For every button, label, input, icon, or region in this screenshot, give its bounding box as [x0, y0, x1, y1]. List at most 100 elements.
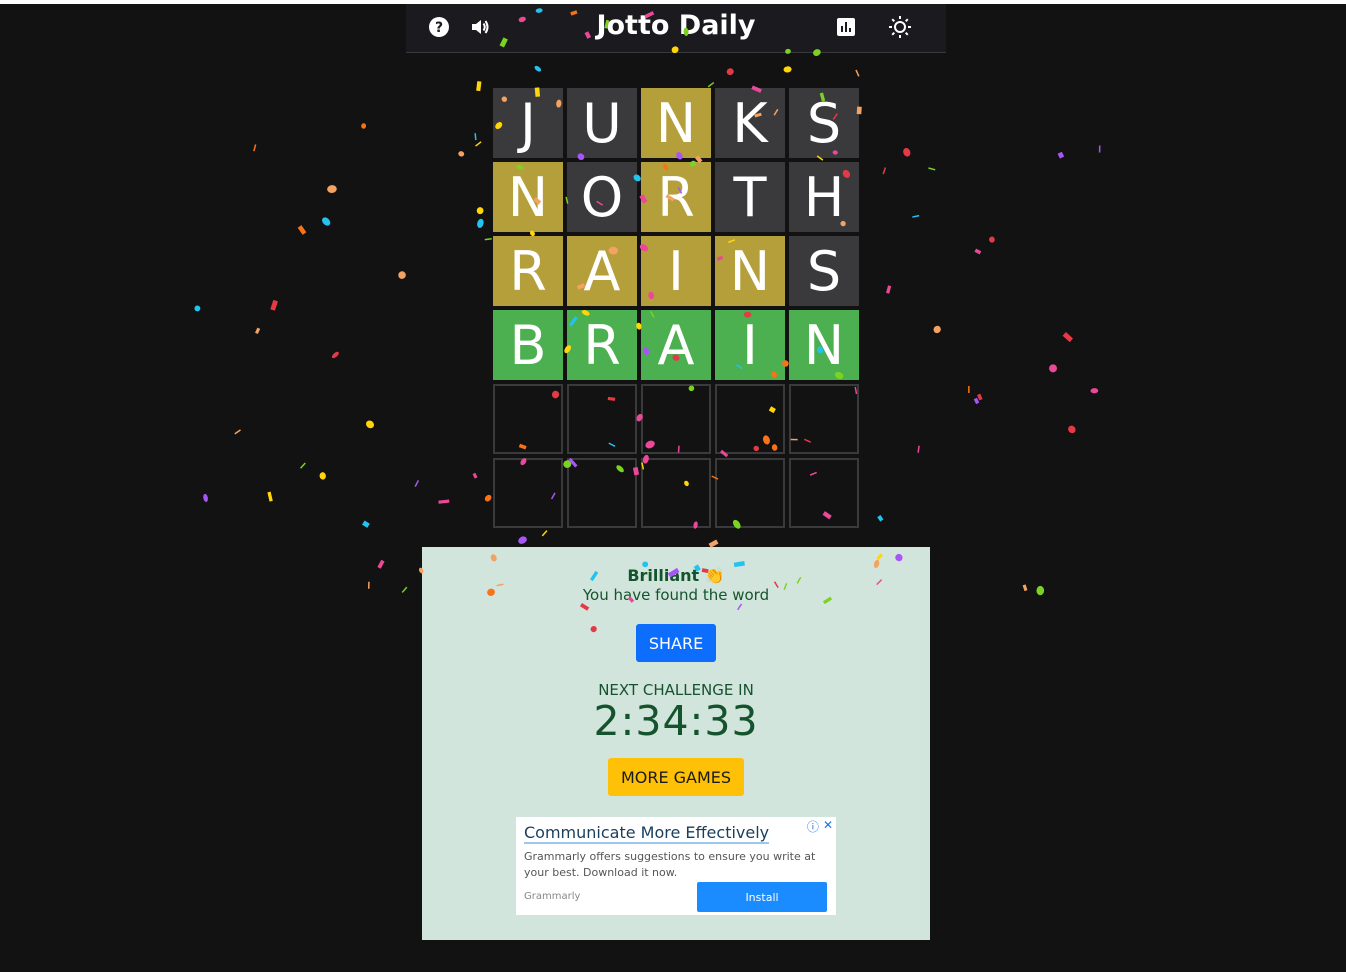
letter-tile: A	[567, 236, 637, 306]
confetti-piece	[234, 429, 241, 435]
confetti-piece	[707, 81, 715, 88]
letter-tile: N	[715, 236, 785, 306]
theme-sun-icon[interactable]	[887, 14, 913, 40]
letter-tile: I	[641, 236, 711, 306]
ad-brand: Grammarly	[524, 891, 581, 902]
confetti-piece	[1090, 388, 1099, 394]
confetti-piece	[1098, 145, 1101, 153]
letter-tile: N	[789, 310, 859, 380]
result-headline: Brilliant 👏	[627, 566, 725, 585]
confetti-piece	[322, 217, 331, 226]
letter-tile: U	[567, 88, 637, 158]
confetti-piece	[476, 81, 482, 92]
confetti-piece	[1062, 332, 1074, 343]
confetti-piece	[1036, 585, 1045, 596]
confetti-piece	[989, 236, 995, 243]
letter-tile: N	[493, 162, 563, 232]
confetti-piece	[474, 133, 477, 141]
confetti-piece	[377, 559, 385, 569]
board-row: NORTH	[493, 162, 859, 232]
more-games-button[interactable]: MORE GAMES	[608, 758, 744, 796]
confetti-piece	[518, 536, 527, 544]
confetti-piece	[484, 494, 492, 502]
confetti-piece	[194, 305, 201, 312]
header-bar: ? Jotto Daily	[406, 4, 946, 53]
letter-tile	[789, 458, 859, 528]
confetti-piece	[300, 462, 306, 469]
confetti-piece	[933, 325, 941, 334]
board-row	[493, 458, 859, 528]
confetti-piece	[484, 238, 492, 241]
confetti-piece	[968, 386, 970, 394]
confetti-piece	[270, 299, 278, 311]
confetti-piece	[928, 167, 936, 171]
confetti-piece	[977, 393, 983, 401]
letter-tile	[567, 384, 637, 454]
letter-tile	[641, 458, 711, 528]
board-row: RAINS	[493, 236, 859, 306]
confetti-piece	[475, 141, 482, 147]
confetti-piece	[438, 499, 450, 504]
confetti-piece	[534, 65, 542, 72]
confetti-piece	[319, 472, 326, 480]
confetti-piece	[886, 285, 892, 294]
letter-tile: S	[789, 236, 859, 306]
confetti-piece	[1022, 584, 1028, 592]
confetti-piece	[855, 69, 860, 77]
confetti-piece	[783, 66, 792, 73]
ad-banner[interactable]: Communicate More Effectively ⓘ ✕ Grammar…	[516, 817, 836, 915]
board-row: BRAIN	[493, 310, 859, 380]
share-button[interactable]: SHARE	[636, 624, 716, 662]
letter-tile	[567, 458, 637, 528]
confetti-piece	[1057, 151, 1065, 159]
confetti-piece	[297, 225, 307, 235]
confetti-piece	[912, 214, 920, 218]
confetti-piece	[367, 581, 370, 589]
confetti-piece	[362, 520, 370, 528]
confetti-piece	[401, 586, 408, 593]
confetti-piece	[398, 271, 406, 279]
ad-title[interactable]: Communicate More Effectively	[524, 823, 770, 844]
letter-tile: S	[789, 88, 859, 158]
letter-tile: R	[493, 236, 563, 306]
confetti-piece	[882, 167, 887, 175]
confetti-piece	[331, 351, 339, 359]
confetti-piece	[361, 123, 367, 129]
letter-tile	[493, 458, 563, 528]
page-title: Jotto Daily	[596, 10, 756, 41]
stats-icon[interactable]	[833, 14, 859, 40]
letter-tile: R	[641, 162, 711, 232]
ad-info-icon[interactable]: ⓘ	[807, 818, 819, 835]
board-row: JUNKS	[493, 88, 859, 158]
board-row	[493, 384, 859, 454]
confetti-piece	[973, 397, 980, 405]
letter-tile: H	[789, 162, 859, 232]
confetti-piece	[254, 327, 261, 335]
letter-tile: A	[641, 310, 711, 380]
confetti-piece	[458, 151, 465, 157]
letter-tile: J	[493, 88, 563, 158]
letter-tile: R	[567, 310, 637, 380]
countdown-timer: 2:34:33	[593, 697, 759, 745]
letter-tile: K	[715, 88, 785, 158]
confetti-piece	[477, 218, 484, 228]
confetti-piece	[414, 480, 420, 487]
ad-install-button[interactable]: Install	[697, 882, 827, 912]
confetti-piece	[253, 144, 257, 152]
confetti-piece	[203, 493, 208, 502]
confetti-piece	[974, 248, 982, 255]
confetti-piece	[327, 185, 337, 193]
letter-tile	[715, 384, 785, 454]
ad-text: Grammarly offers suggestions to ensure y…	[524, 850, 816, 879]
confetti-piece	[1068, 425, 1076, 434]
letter-tile: N	[641, 88, 711, 158]
ad-close-icon[interactable]: ✕	[823, 818, 833, 835]
confetti-piece	[267, 491, 273, 502]
letter-tile	[715, 458, 785, 528]
letter-tile	[789, 384, 859, 454]
confetti-piece	[903, 147, 911, 157]
letter-tile	[641, 384, 711, 454]
letter-tile: T	[715, 162, 785, 232]
confetti-piece	[366, 420, 375, 429]
result-message: You have found the word	[582, 586, 770, 604]
